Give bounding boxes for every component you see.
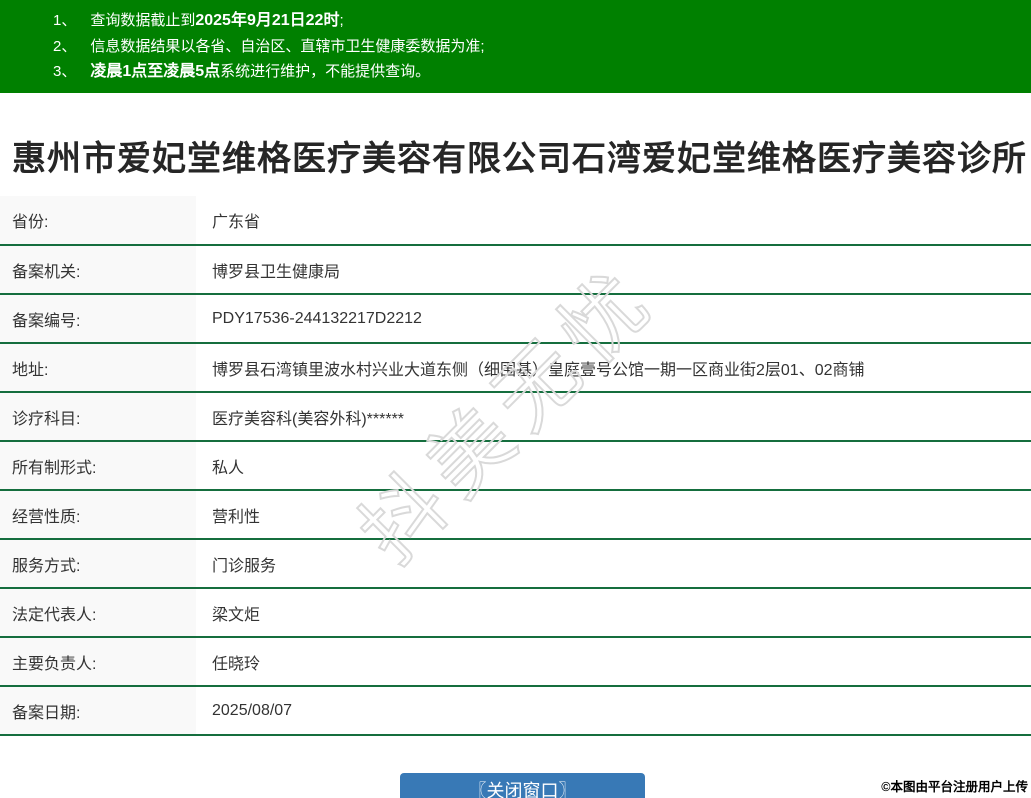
table-row-principal: 主要负责人: 任晓玲 bbox=[0, 637, 1031, 686]
notice-number: 2、 bbox=[53, 38, 76, 55]
field-label: 主要负责人: bbox=[0, 637, 196, 686]
notice-text: 系统进行维护，不能提供查询。 bbox=[220, 63, 430, 80]
notice-text: 信息数据结果以各省、自治区、直辖市卫生健康委数据为准; bbox=[90, 38, 484, 55]
table-row-service-mode: 服务方式: 门诊服务 bbox=[0, 539, 1031, 588]
field-value: 私人 bbox=[196, 441, 1031, 490]
table-row-ownership: 所有制形式: 私人 bbox=[0, 441, 1031, 490]
credit-stamp: ©本图由平台注册用户上传 bbox=[881, 776, 1028, 795]
field-label: 诊疗科目: bbox=[0, 392, 196, 441]
page-title: 惠州市爱妃堂维格医疗美容有限公司石湾爱妃堂维格医疗美容诊所 bbox=[12, 131, 1031, 180]
notice-text: 查询数据截止到 bbox=[90, 12, 195, 29]
notice-number: 3、 bbox=[53, 63, 76, 80]
field-value: 2025/08/07 bbox=[196, 686, 1031, 735]
field-label: 地址: bbox=[0, 343, 196, 392]
table-row-departments: 诊疗科目: 医疗美容科(美容外科)****** bbox=[0, 392, 1031, 441]
table-row-filing-authority: 备案机关: 博罗县卫生健康局 bbox=[0, 245, 1031, 294]
field-value: 门诊服务 bbox=[196, 539, 1031, 588]
field-value: 营利性 bbox=[196, 490, 1031, 539]
close-window-button[interactable]: 〖关闭窗口〗 bbox=[400, 773, 645, 798]
notice-text-bold: 凌晨1点至凌晨5点 bbox=[90, 63, 220, 80]
field-label: 备案机关: bbox=[0, 245, 196, 294]
table-row-legal-representative: 法定代表人: 梁文炬 bbox=[0, 588, 1031, 637]
table-row-filing-date: 备案日期: 2025/08/07 bbox=[0, 686, 1031, 735]
field-value: 梁文炬 bbox=[196, 588, 1031, 637]
field-label: 经营性质: bbox=[0, 490, 196, 539]
field-label: 服务方式: bbox=[0, 539, 196, 588]
notice-text-bold: 2025年9月21日22时 bbox=[195, 12, 339, 29]
field-label: 备案日期: bbox=[0, 686, 196, 735]
field-label: 法定代表人: bbox=[0, 588, 196, 637]
query-result-page: 1、查询数据截止到2025年9月21日22时; 2、信息数据结果以各省、自治区、… bbox=[0, 0, 1031, 798]
field-value: 博罗县卫生健康局 bbox=[196, 245, 1031, 294]
record-table: 省份: 广东省 备案机关: 博罗县卫生健康局 备案编号: PDY17536-24… bbox=[0, 196, 1031, 736]
field-value: 广东省 bbox=[196, 196, 1031, 245]
table-row-business-nature: 经营性质: 营利性 bbox=[0, 490, 1031, 539]
notice-text: ; bbox=[339, 12, 343, 29]
notice-number: 1、 bbox=[53, 12, 76, 29]
field-label: 省份: bbox=[0, 196, 196, 245]
table-row-filing-number: 备案编号: PDY17536-244132217D2212 bbox=[0, 294, 1031, 343]
button-row: 〖关闭窗口〗 bbox=[0, 773, 1031, 798]
notice-line-3: 3、凌晨1点至凌晨5点系统进行维护，不能提供查询。 bbox=[53, 59, 1021, 85]
table-row-province: 省份: 广东省 bbox=[0, 196, 1031, 245]
field-value: 医疗美容科(美容外科)****** bbox=[196, 392, 1031, 441]
notice-bar: 1、查询数据截止到2025年9月21日22时; 2、信息数据结果以各省、自治区、… bbox=[0, 0, 1031, 93]
field-value: 博罗县石湾镇里波水村兴业大道东侧（细围基）皇庭壹号公馆一期一区商业街2层01、0… bbox=[196, 343, 1031, 392]
table-row-address: 地址: 博罗县石湾镇里波水村兴业大道东侧（细围基）皇庭壹号公馆一期一区商业街2层… bbox=[0, 343, 1031, 392]
notice-line-1: 1、查询数据截止到2025年9月21日22时; bbox=[53, 8, 1021, 34]
field-value: 任晓玲 bbox=[196, 637, 1031, 686]
field-value: PDY17536-244132217D2212 bbox=[196, 294, 1031, 343]
field-label: 备案编号: bbox=[0, 294, 196, 343]
notice-line-2: 2、信息数据结果以各省、自治区、直辖市卫生健康委数据为准; bbox=[53, 34, 1021, 60]
field-label: 所有制形式: bbox=[0, 441, 196, 490]
